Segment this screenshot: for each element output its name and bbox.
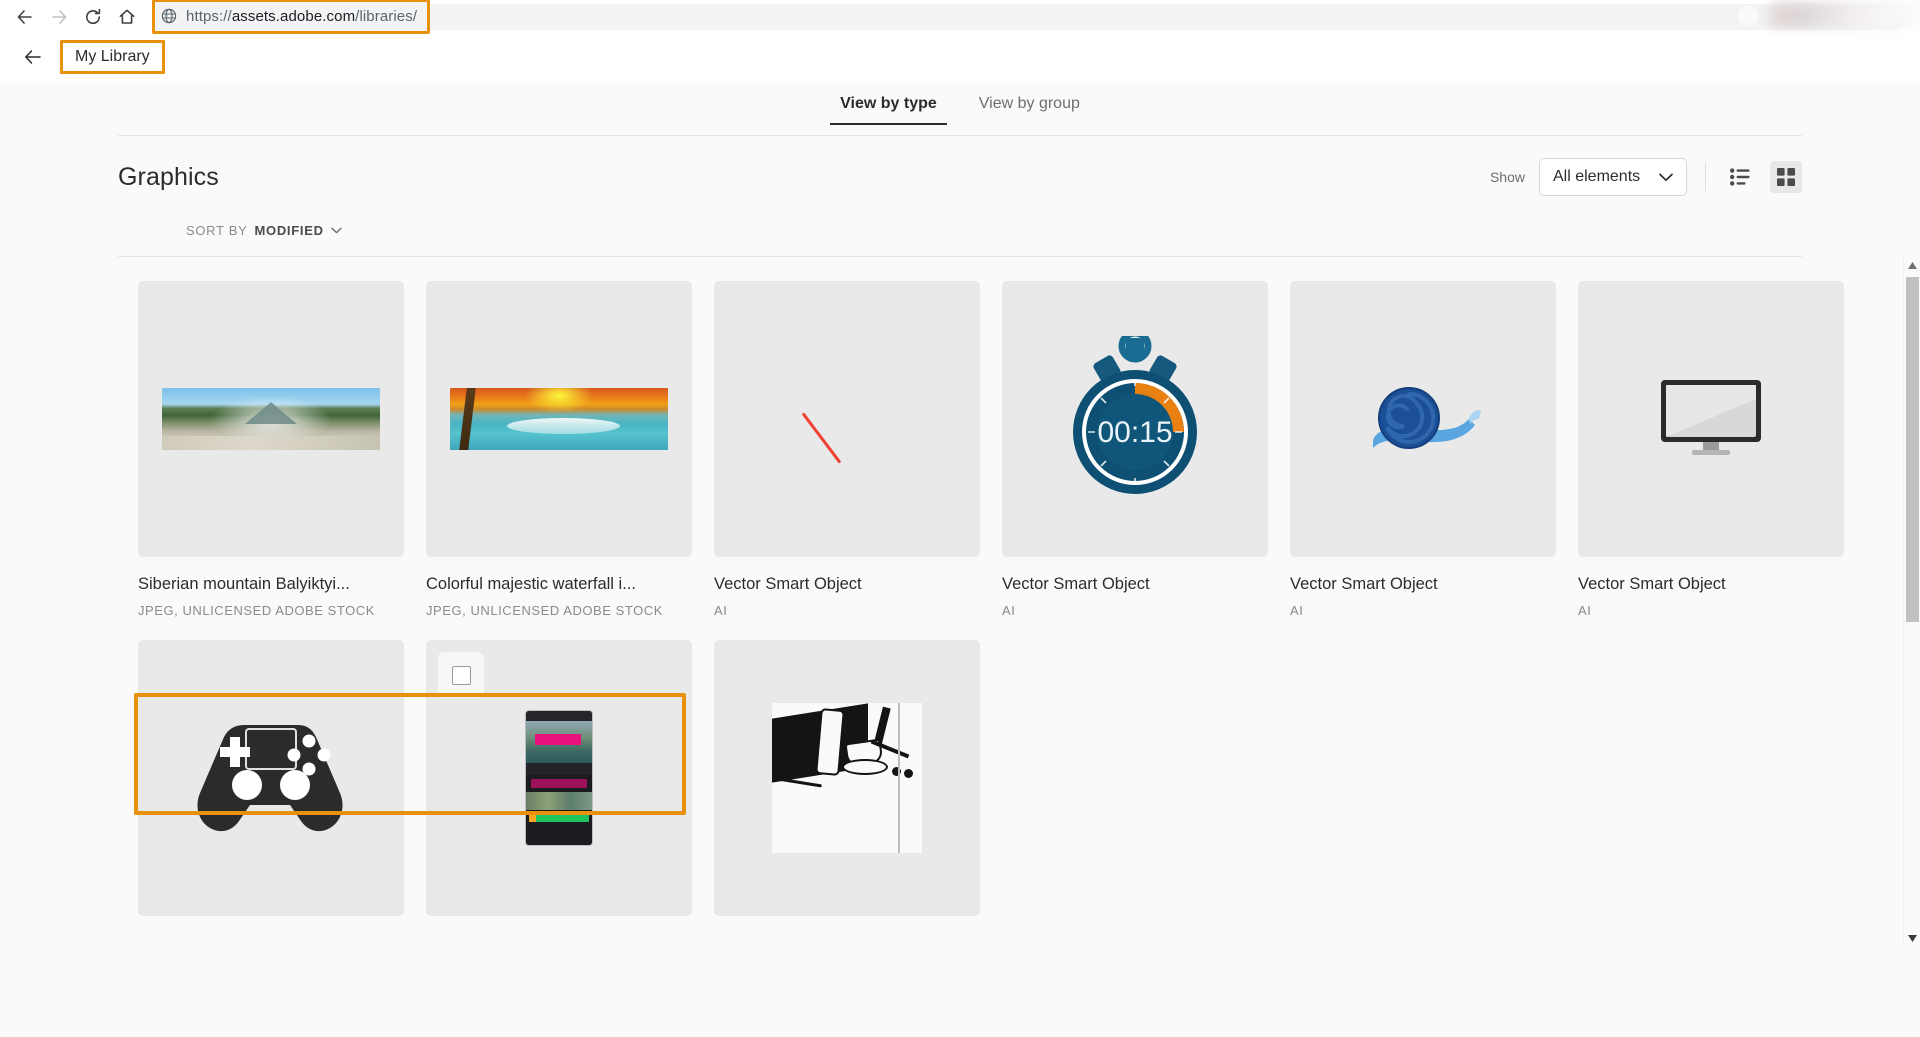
page-title: Graphics	[118, 162, 219, 191]
browser-toolbar: https://assets.adobe.com/libraries/	[0, 0, 1920, 34]
chevron-down-icon	[330, 227, 342, 234]
tab-view-by-type[interactable]: View by type	[830, 91, 947, 125]
asset-meta: AI	[1002, 603, 1016, 618]
sort-by-control[interactable]: SORT BY MODIFIED	[186, 223, 342, 238]
section-header: Graphics Show All elements	[0, 136, 1920, 196]
asset-title: Vector Smart Object	[1002, 575, 1150, 593]
asset-select-checkbox[interactable]	[438, 652, 484, 698]
scrollbar-thumb[interactable]	[1906, 277, 1919, 622]
globe-icon	[161, 8, 177, 24]
browser-forward-button[interactable]	[42, 2, 76, 32]
sort-row: SORT BY MODIFIED	[0, 196, 1920, 240]
address-bar[interactable]: https://assets.adobe.com/libraries/	[152, 0, 1906, 34]
asset-card[interactable]: Vector Smart Object AI	[714, 281, 980, 618]
asset-title: Colorful majestic waterfall i...	[426, 575, 636, 593]
browser-reload-button[interactable]	[76, 2, 110, 32]
asset-card[interactable]: Vector Smart Object AI	[1578, 281, 1844, 618]
asset-title: Siberian mountain Balyiktyi...	[138, 575, 350, 593]
elements-filter-select[interactable]: All elements	[1539, 158, 1687, 196]
asset-meta: JPEG, UNLICENSED ADOBE STOCK	[426, 603, 663, 618]
show-label: Show	[1489, 169, 1525, 185]
vertical-scrollbar[interactable]	[1903, 257, 1920, 947]
stopwatch-icon: 00:15	[1073, 336, 1197, 494]
page-body: View by type View by group Graphics Show…	[0, 81, 1920, 1037]
asset-thumbnail[interactable]	[426, 281, 692, 557]
monitor-icon	[1661, 380, 1761, 455]
scroll-down-arrow-icon[interactable]	[1904, 930, 1920, 947]
view-tabs: View by type View by group	[0, 81, 1920, 135]
mountain-panorama-image	[162, 388, 380, 450]
asset-thumbnail[interactable]	[426, 640, 692, 916]
asset-card[interactable]: 00:15 Vector Smart Object AI	[1002, 281, 1268, 618]
scroll-up-arrow-icon[interactable]	[1904, 257, 1920, 274]
asset-thumbnail[interactable]: 00:15	[1002, 281, 1268, 557]
gamepad-icon	[197, 725, 343, 832]
address-bar-url: https://assets.adobe.com/libraries/	[186, 7, 418, 25]
browser-back-button[interactable]	[8, 2, 42, 32]
sketch-drawing-image	[772, 703, 922, 853]
red-diagonal-line-icon	[801, 412, 842, 464]
sort-by-value: MODIFIED	[254, 223, 324, 238]
asset-grid: Siberian mountain Balyiktyi... JPEG, UNL…	[138, 281, 1844, 916]
library-title-chip[interactable]: My Library	[60, 39, 165, 75]
stopwatch-time: 00:15	[1097, 416, 1172, 449]
redacted-region	[1770, 2, 1920, 28]
section-controls: Show All elements	[1490, 158, 1802, 196]
control-divider	[1705, 163, 1706, 191]
address-bar-highlight[interactable]: https://assets.adobe.com/libraries/	[152, 0, 431, 34]
asset-title: Vector Smart Object	[1578, 575, 1726, 593]
list-view-icon[interactable]	[1724, 161, 1756, 193]
asset-thumbnail[interactable]	[1290, 281, 1556, 557]
asset-meta: AI	[1290, 603, 1304, 618]
asset-thumbnail[interactable]	[1578, 281, 1844, 557]
asset-card[interactable]: Siberian mountain Balyiktyi... JPEG, UNL…	[138, 281, 404, 618]
asset-card[interactable]: Vector Smart Object AI	[1290, 281, 1556, 618]
asset-meta: AI	[714, 603, 728, 618]
chevron-down-icon	[1659, 173, 1673, 181]
snail-icon	[1373, 387, 1481, 449]
asset-title: Vector Smart Object	[1290, 575, 1438, 593]
asset-meta: JPEG, UNLICENSED ADOBE STOCK	[138, 603, 375, 618]
sort-by-prefix: SORT BY	[186, 223, 248, 238]
asset-thumbnail[interactable]	[138, 281, 404, 557]
asset-thumbnail[interactable]	[714, 281, 980, 557]
phone-mockup-image	[526, 711, 592, 845]
asset-title: Vector Smart Object	[714, 575, 862, 593]
asset-grid-scroll-area: Siberian mountain Balyiktyi... JPEG, UNL…	[0, 257, 1920, 947]
asset-card[interactable]	[426, 640, 692, 916]
asset-thumbnail[interactable]	[138, 640, 404, 916]
browser-profile-avatar[interactable]	[1736, 4, 1760, 28]
asset-card[interactable]: Colorful majestic waterfall i... JPEG, U…	[426, 281, 692, 618]
grid-view-icon[interactable]	[1770, 161, 1802, 193]
asset-card[interactable]	[138, 640, 404, 916]
browser-home-button[interactable]	[110, 2, 144, 32]
asset-card[interactable]	[714, 640, 980, 916]
elements-filter-value: All elements	[1553, 168, 1641, 185]
tab-view-by-group[interactable]: View by group	[975, 91, 1084, 125]
app-header: My Library	[0, 33, 1920, 81]
asset-meta: AI	[1578, 603, 1592, 618]
asset-thumbnail[interactable]	[714, 640, 980, 916]
app-back-button[interactable]	[18, 42, 48, 72]
waterfall-panorama-image	[450, 388, 668, 450]
